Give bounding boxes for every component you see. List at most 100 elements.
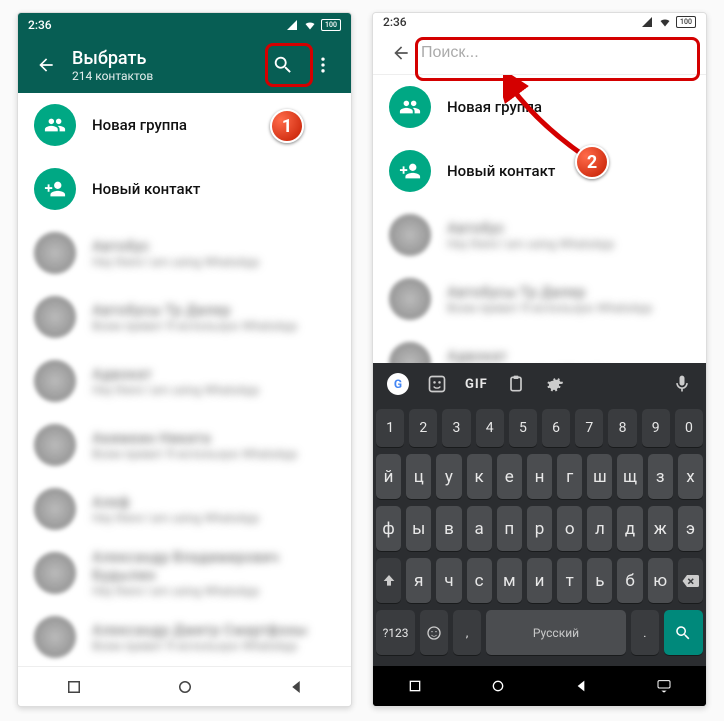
phone-right: 2:36 100 Новая группа Новый контакт Авто (372, 12, 707, 707)
back-icon[interactable] (573, 678, 589, 694)
hide-keyboard-icon[interactable] (656, 678, 672, 694)
key-1[interactable]: 1 (376, 409, 404, 447)
system-nav (18, 666, 351, 706)
new-contact-row[interactable]: Новый контакт (373, 139, 706, 203)
mic-icon[interactable] (672, 374, 692, 394)
home-icon[interactable] (176, 678, 194, 696)
key-ц[interactable]: ц (406, 454, 431, 499)
contact-list[interactable]: Новая группа Новый контакт АвтобусHey th… (373, 75, 706, 363)
key-в[interactable]: в (436, 506, 461, 551)
contact-list[interactable]: Новая группа Новый контакт АвтобусHey th… (18, 93, 351, 666)
list-item[interactable]: АдвокатHey there I am using WhatsApp (18, 349, 351, 413)
new-contact-row[interactable]: Новый контакт (18, 157, 351, 221)
search-bar (373, 32, 706, 75)
header-title: Выбрать (72, 48, 263, 69)
more-vert-icon (313, 55, 333, 75)
sticker-icon[interactable] (427, 374, 447, 394)
key-8[interactable]: 8 (608, 409, 636, 447)
blurred-contacts: АвтобусHey there I am using WhatsApp Авт… (373, 203, 706, 363)
key-и[interactable]: и (527, 558, 552, 603)
key-ш[interactable]: ш (587, 454, 612, 499)
emoji-key[interactable] (420, 610, 448, 655)
list-item[interactable]: АвтобусHey there I am using WhatsApp (373, 203, 706, 267)
add-contact-icon (34, 168, 76, 210)
list-item[interactable]: АдвокатHey there I am using WhatsApp (373, 331, 706, 363)
new-group-row[interactable]: Новая группа (373, 75, 706, 139)
key-х[interactable]: х (678, 454, 703, 499)
space-key[interactable]: Русский (486, 610, 626, 655)
key-б[interactable]: б (617, 558, 642, 603)
period-key[interactable]: . (631, 610, 659, 655)
list-item[interactable]: Автобусы Тр ДилерВсем привет Я использую… (373, 267, 706, 331)
wifi-icon (303, 19, 317, 31)
key-ю[interactable]: ю (648, 558, 673, 603)
search-icon (272, 54, 294, 76)
key-ь[interactable]: ь (587, 558, 612, 603)
back-arrow-icon (36, 55, 56, 75)
key-с[interactable]: с (467, 558, 492, 603)
key-у[interactable]: у (436, 454, 461, 499)
key-л[interactable]: л (587, 506, 612, 551)
key-4[interactable]: 4 (476, 409, 504, 447)
key-д[interactable]: д (617, 506, 642, 551)
key-н[interactable]: н (527, 454, 552, 499)
key-0[interactable]: 0 (675, 409, 703, 447)
comma-key[interactable]: , (453, 610, 481, 655)
key-я[interactable]: я (406, 558, 431, 603)
list-item[interactable]: АлефHey there I am using WhatsApp (18, 477, 351, 541)
key-м[interactable]: м (497, 558, 522, 603)
clipboard-icon[interactable] (506, 374, 526, 394)
key-э[interactable]: э (678, 506, 703, 551)
key-2[interactable]: 2 (409, 409, 437, 447)
recent-apps-icon[interactable] (407, 678, 423, 694)
symbols-key[interactable]: ?123 (376, 610, 415, 655)
key-5[interactable]: 5 (509, 409, 537, 447)
enter-key[interactable] (664, 610, 703, 655)
key-з[interactable]: з (648, 454, 673, 499)
home-icon[interactable] (490, 678, 506, 694)
key-р[interactable]: р (527, 506, 552, 551)
back-button[interactable] (26, 45, 66, 85)
key-п[interactable]: п (497, 506, 522, 551)
recent-apps-icon[interactable] (65, 678, 83, 696)
badge-1: 1 (270, 109, 304, 143)
key-о[interactable]: о (557, 506, 582, 551)
menu-button[interactable] (303, 45, 343, 85)
blurred-contacts: АвтобусHey there I am using WhatsApp Авт… (18, 221, 351, 666)
status-bar: 2:36 100 (373, 13, 706, 32)
list-item[interactable]: Автобусы Тр ДилерВсем привет Я использую… (18, 285, 351, 349)
wifi-icon (658, 16, 672, 28)
key-ж[interactable]: ж (648, 506, 673, 551)
key-6[interactable]: 6 (542, 409, 570, 447)
back-button[interactable] (381, 33, 421, 73)
key-7[interactable]: 7 (575, 409, 603, 447)
search-input[interactable] (421, 35, 698, 71)
signal-icon (285, 19, 299, 31)
battery-icon: 100 (321, 19, 341, 31)
key-ч[interactable]: ч (436, 558, 461, 603)
back-icon[interactable] (287, 678, 305, 696)
backspace-key[interactable] (678, 558, 703, 603)
key-к[interactable]: к (467, 454, 492, 499)
key-т[interactable]: т (557, 558, 582, 603)
settings-icon[interactable] (544, 374, 564, 394)
key-а[interactable]: а (467, 506, 492, 551)
key-ф[interactable]: ф (376, 506, 401, 551)
search-button[interactable] (263, 45, 303, 85)
gif-button[interactable]: GIF (465, 377, 488, 392)
key-е[interactable]: е (497, 454, 522, 499)
google-icon[interactable]: G (387, 373, 409, 395)
key-г[interactable]: г (557, 454, 582, 499)
keyboard[interactable]: G GIF 1234567890 йцукенгшщзх фывапролджэ… (373, 363, 706, 706)
key-3[interactable]: 3 (442, 409, 470, 447)
key-й[interactable]: й (376, 454, 401, 499)
key-ы[interactable]: ы (406, 506, 431, 551)
shift-key[interactable] (376, 558, 401, 603)
list-item[interactable]: Александр Владимирович БудылинHey there … (18, 541, 351, 605)
key-щ[interactable]: щ (617, 454, 642, 499)
group-icon (34, 104, 76, 146)
key-9[interactable]: 9 (642, 409, 670, 447)
list-item[interactable]: Акимкин НикитаВсем привет Я использую Wh… (18, 413, 351, 477)
list-item[interactable]: АвтобусHey there I am using WhatsApp (18, 221, 351, 285)
list-item[interactable]: Александр Дмитр СмартфоныВсем привет Я и… (18, 605, 351, 666)
